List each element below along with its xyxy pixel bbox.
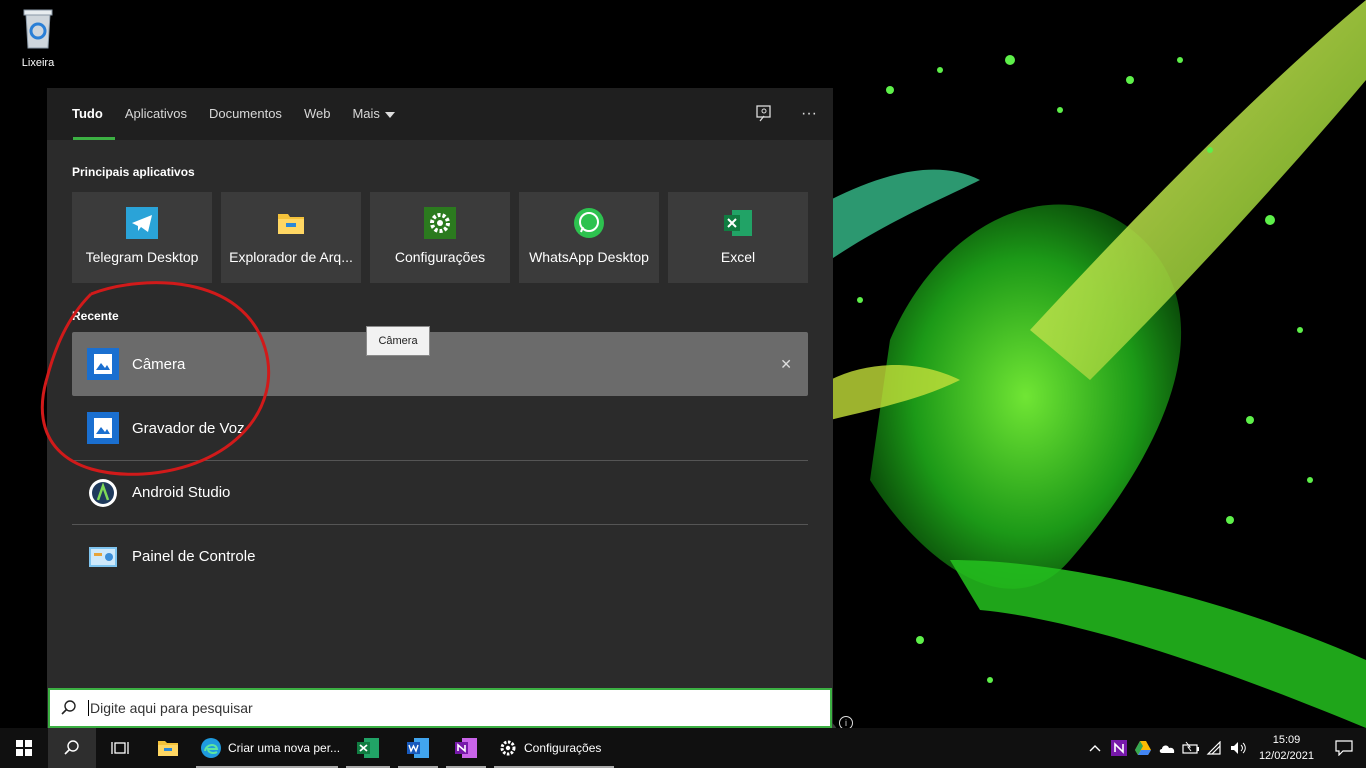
- app-tile-label: Explorador de Arq...: [229, 249, 353, 265]
- taskbar-settings[interactable]: Configurações: [490, 728, 618, 768]
- start-button[interactable]: [0, 728, 48, 768]
- file-explorer-icon: [158, 741, 178, 756]
- task-view-icon: [111, 742, 129, 754]
- word-icon: [407, 738, 429, 758]
- clock[interactable]: 15:09 12/02/2021: [1251, 732, 1322, 764]
- tray-google-drive[interactable]: [1131, 728, 1155, 768]
- header-actions: ···: [755, 88, 819, 140]
- app-tile-file-explorer[interactable]: Explorador de Arq...: [221, 192, 361, 283]
- search-icon: [50, 699, 88, 717]
- chevron-up-icon: [1089, 745, 1101, 752]
- tray-onedrive[interactable]: [1155, 728, 1179, 768]
- search-input[interactable]: Digite aqui para pesquisar: [88, 700, 253, 716]
- tab-documents[interactable]: Documentos: [198, 88, 293, 140]
- recycle-bin-label: Lixeira: [21, 57, 55, 69]
- onenote-icon: [455, 738, 477, 758]
- onenote-tray-icon: [1110, 740, 1127, 756]
- app-tile-whatsapp[interactable]: WhatsApp Desktop: [519, 192, 659, 283]
- app-tile-telegram[interactable]: Telegram Desktop: [72, 192, 212, 283]
- info-icon[interactable]: i: [839, 716, 853, 728]
- search-tabs: Tudo Aplicativos Documentos Web Mais ···: [47, 88, 833, 140]
- onedrive-icon: [1159, 745, 1175, 753]
- chevron-down-icon: [384, 111, 395, 118]
- top-apps-title: Principais aplicativos: [72, 165, 195, 179]
- recycle-bin-icon: [23, 9, 53, 49]
- excel-icon: [724, 210, 752, 236]
- taskbar-word[interactable]: [394, 728, 442, 768]
- feedback-icon[interactable]: [755, 104, 775, 124]
- recent-item-label: Painel de Controle: [132, 548, 256, 565]
- clock-date: 12/02/2021: [1258, 750, 1314, 762]
- show-hidden-icons-button[interactable]: [1083, 728, 1107, 768]
- tab-more-label: Mais: [352, 106, 380, 121]
- tray-network[interactable]: [1203, 728, 1227, 768]
- taskbar: Criar uma nova per... Configurações 15:0…: [0, 728, 1366, 768]
- annotation-circle: [40, 281, 271, 476]
- telegram-icon: [126, 207, 158, 239]
- battery-icon: [1182, 741, 1199, 754]
- wifi-icon: [1206, 741, 1221, 755]
- app-tile-settings[interactable]: Configurações: [370, 192, 510, 283]
- recycle-bin[interactable]: Lixeira: [8, 6, 68, 69]
- google-drive-icon: [1134, 741, 1151, 755]
- wallpaper: [830, 0, 1366, 728]
- volume-icon: [1230, 742, 1246, 754]
- control-panel-icon: [89, 546, 117, 567]
- app-tile-label: WhatsApp Desktop: [529, 249, 649, 265]
- desktop: Lixeira Tudo Aplicativos Documentos Web …: [0, 0, 1366, 728]
- notification-icon: [1335, 740, 1353, 756]
- search-panel: Tudo Aplicativos Documentos Web Mais ···…: [40, 88, 853, 728]
- edge-icon: [201, 738, 221, 758]
- windows-icon: [16, 740, 32, 756]
- action-center-button[interactable]: [1322, 728, 1366, 768]
- system-tray: 15:09 12/02/2021: [1083, 728, 1366, 768]
- more-options-icon[interactable]: ···: [799, 104, 819, 124]
- taskbar-edge[interactable]: Criar uma nova per...: [192, 728, 342, 768]
- app-tile-label: Configurações: [394, 249, 486, 265]
- search-taskbar-button[interactable]: [48, 728, 96, 768]
- settings-icon: [424, 207, 456, 239]
- settings-icon: [500, 740, 516, 756]
- tab-more[interactable]: Mais: [341, 88, 405, 140]
- tab-all[interactable]: Tudo: [61, 88, 115, 140]
- search-icon: [64, 740, 79, 755]
- taskbar-settings-label: Configurações: [524, 741, 602, 755]
- app-tile-label: Telegram Desktop: [85, 249, 199, 265]
- taskbar-file-explorer[interactable]: [144, 728, 192, 768]
- tooltip: Câmera: [366, 326, 430, 356]
- excel-icon: [357, 738, 379, 758]
- search-box[interactable]: Digite aqui para pesquisar: [48, 688, 832, 728]
- top-apps-grid: Telegram Desktop Explorador de Arq... Co…: [72, 192, 808, 283]
- whatsapp-icon: [574, 208, 604, 238]
- task-view-button[interactable]: [96, 728, 144, 768]
- recent-item-control-panel[interactable]: Painel de Controle: [72, 524, 808, 588]
- tab-apps[interactable]: Aplicativos: [114, 88, 198, 140]
- close-icon[interactable]: ✕: [780, 356, 792, 373]
- taskbar-onenote[interactable]: [442, 728, 490, 768]
- tab-web[interactable]: Web: [293, 88, 342, 140]
- clock-time: 15:09: [1272, 734, 1301, 746]
- app-tile-label: Excel: [720, 249, 756, 265]
- tray-battery[interactable]: [1179, 728, 1203, 768]
- taskbar-excel[interactable]: [342, 728, 394, 768]
- tray-volume[interactable]: [1227, 728, 1251, 768]
- file-explorer-icon: [278, 214, 304, 234]
- taskbar-edge-label: Criar uma nova per...: [228, 741, 341, 755]
- tray-onenote[interactable]: [1107, 728, 1131, 768]
- app-tile-excel[interactable]: Excel: [668, 192, 808, 283]
